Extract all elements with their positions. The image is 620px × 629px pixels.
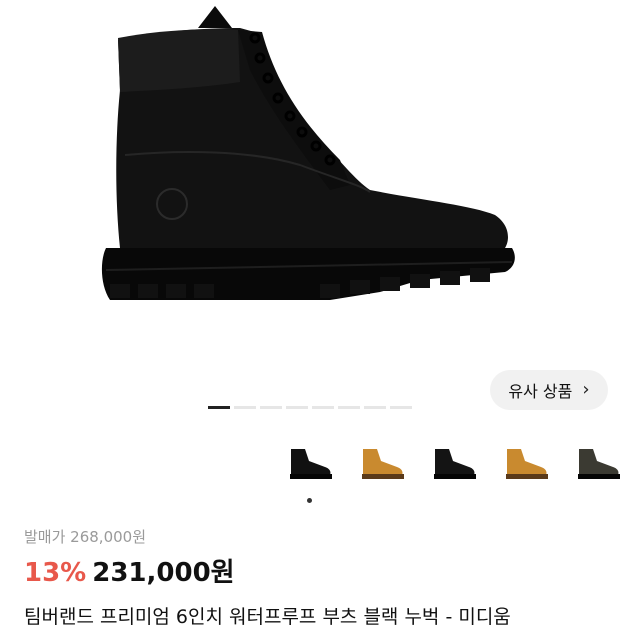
black-boot-image <box>101 6 515 300</box>
gallery-indicator <box>208 406 412 409</box>
black-boot-thumb-2[interactable] <box>424 440 484 490</box>
boot-thumb-icon <box>578 449 620 479</box>
indicator-segment-8[interactable] <box>390 406 412 409</box>
boot-thumb-icon <box>290 449 332 479</box>
indicator-segment-7[interactable] <box>364 406 386 409</box>
price-row: 13% 231,000원 <box>24 552 235 589</box>
product-hero-image[interactable] <box>0 0 620 420</box>
current-price: 231,000원 <box>92 558 235 588</box>
wheat-boot-thumb[interactable] <box>352 440 412 490</box>
boot-thumb-icon <box>506 449 548 479</box>
indicator-segment-1[interactable] <box>208 406 230 409</box>
similar-products-label: 유사 상품 <box>508 382 573 401</box>
thumbnail-page-dot <box>307 498 312 503</box>
product-title: 팀버랜드 프리미엄 6인치 워터프루프 부츠 블랙 누벅 - 미디움 <box>24 606 511 628</box>
indicator-segment-4[interactable] <box>286 406 308 409</box>
chevron-right-icon: › <box>582 379 590 400</box>
wheat-boot-thumb-2[interactable] <box>496 440 556 490</box>
indicator-segment-3[interactable] <box>260 406 282 409</box>
boot-thumb-icon <box>434 449 476 479</box>
indicator-segment-5[interactable] <box>312 406 334 409</box>
black-boot-thumb[interactable] <box>280 440 340 490</box>
original-price: 발매가 268,000원 <box>24 528 146 546</box>
dark-olive-boot-thumb[interactable] <box>568 440 620 490</box>
color-thumbnails <box>280 440 620 490</box>
discount-rate: 13% <box>24 558 87 588</box>
indicator-segment-2[interactable] <box>234 406 256 409</box>
similar-products-button[interactable]: 유사 상품 › <box>490 370 608 410</box>
indicator-segment-6[interactable] <box>338 406 360 409</box>
boot-thumb-icon <box>362 449 404 479</box>
